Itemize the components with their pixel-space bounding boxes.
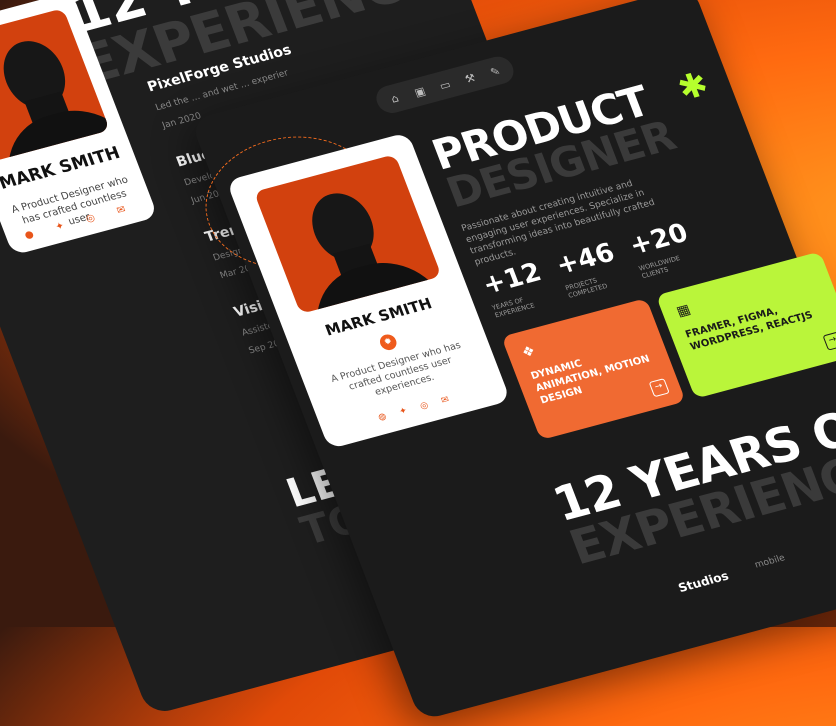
experience-company: Studios [676, 568, 731, 596]
skill-tile-tools[interactable]: ▦ FRAMER, FIGMA, WORDPRESS, REACTJS → [655, 251, 836, 399]
skill-tile-animation[interactable]: ❖ DYNAMIC ANIMATION, MOTION DESIGN → [501, 298, 686, 441]
profile-photo [253, 154, 442, 314]
edit-icon[interactable]: ✎ [487, 64, 503, 79]
arrow-right-icon[interactable]: → [822, 331, 836, 351]
instagram-icon[interactable]: ◎ [419, 400, 430, 411]
tools-icon[interactable]: ⚒ [462, 70, 478, 86]
arrow-right-icon[interactable]: → [648, 378, 670, 398]
stat-item: +12 YEARS OF EXPERIENCE [479, 257, 553, 319]
dribbble-icon[interactable]: ◍ [377, 412, 388, 423]
asterisk-icon: ✱ [672, 64, 715, 110]
stat-item: +20 WORLDWIDE CLIENTS [625, 218, 699, 280]
stat-item: +46 PROJECTS COMPLETED [552, 238, 626, 300]
home-icon[interactable]: ⌂ [387, 91, 403, 106]
briefcase-icon[interactable]: ▣ [412, 84, 428, 99]
experience-note: mobile [753, 553, 787, 571]
mail-icon[interactable]: ✉ [440, 395, 451, 406]
folder-icon[interactable]: ▭ [437, 77, 453, 92]
flame-icon: ✹ [377, 332, 399, 352]
twitter-icon[interactable]: ✦ [398, 406, 409, 417]
